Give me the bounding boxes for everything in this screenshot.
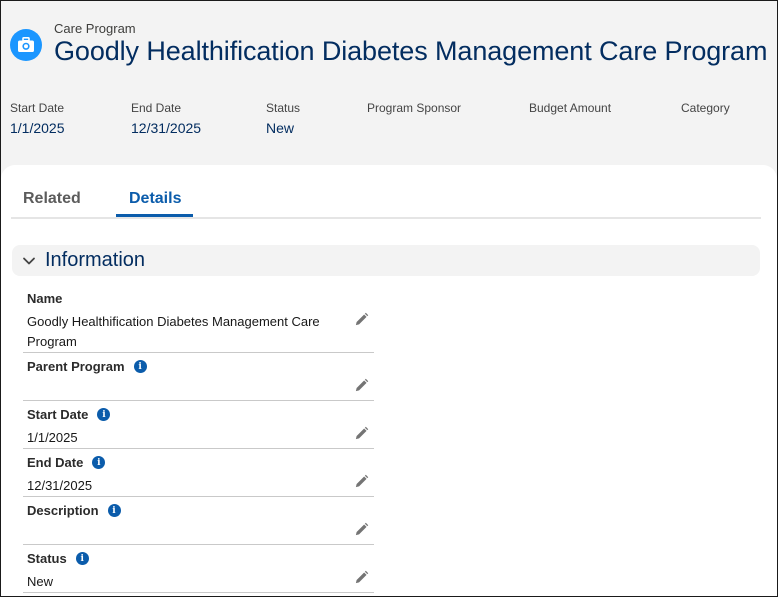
field-start-date: Start Date i 1/1/2025 bbox=[23, 401, 374, 449]
pencil-icon[interactable] bbox=[354, 570, 369, 585]
highlight-label: Status bbox=[266, 101, 301, 115]
field-label: Description i bbox=[27, 503, 121, 518]
field-label-text: End Date bbox=[27, 455, 84, 470]
highlight-label: Category bbox=[681, 101, 730, 115]
pencil-icon[interactable] bbox=[354, 312, 369, 327]
info-icon[interactable]: i bbox=[92, 456, 106, 469]
field-value: New bbox=[27, 574, 54, 589]
field-label: End Date i bbox=[27, 455, 106, 470]
pencil-icon[interactable] bbox=[354, 522, 369, 537]
pencil-icon[interactable] bbox=[354, 378, 369, 393]
care-program-icon bbox=[10, 29, 42, 61]
detail-panel: Related Details Information Name Goodly … bbox=[1, 165, 777, 596]
info-icon[interactable]: i bbox=[107, 504, 121, 517]
field-label: Parent Program i bbox=[27, 359, 147, 374]
highlight-budget-amount: Budget Amount bbox=[529, 101, 611, 120]
field-name: Name Goodly Healthification Diabetes Man… bbox=[23, 285, 374, 353]
info-icon[interactable]: i bbox=[75, 552, 89, 565]
field-value: Goodly Healthification Diabetes Manageme… bbox=[27, 314, 320, 349]
pencil-icon[interactable] bbox=[354, 426, 369, 441]
pencil-icon[interactable] bbox=[354, 474, 369, 489]
information-section-header[interactable]: Information bbox=[12, 245, 760, 276]
field-status: Status i New bbox=[23, 545, 374, 593]
highlight-label: Program Sponsor bbox=[367, 101, 462, 115]
highlight-value: 12/31/2025 bbox=[131, 120, 202, 136]
highlight-value: 1/1/2025 bbox=[10, 120, 65, 136]
field-description: Description i bbox=[23, 497, 374, 545]
field-label-text: Name bbox=[27, 291, 63, 306]
active-tab-indicator bbox=[116, 214, 193, 217]
highlight-value: New bbox=[266, 120, 295, 136]
info-icon[interactable]: i bbox=[97, 408, 111, 421]
highlight-status: Status New bbox=[266, 101, 300, 136]
highlight-start-date: Start Date 1/1/2025 bbox=[10, 101, 65, 136]
info-icon[interactable]: i bbox=[133, 360, 147, 373]
field-label-text: Description bbox=[27, 503, 99, 518]
field-end-date: End Date i 12/31/2025 bbox=[23, 449, 374, 497]
section-title: Information bbox=[45, 249, 146, 271]
field-label: Name bbox=[27, 291, 62, 306]
highlight-category: Category bbox=[681, 101, 730, 120]
highlight-label: End Date bbox=[131, 101, 182, 115]
highlight-label: Budget Amount bbox=[529, 101, 612, 115]
field-label-text: Status bbox=[27, 551, 67, 566]
record-header: Care Program Goodly Healthification Diab… bbox=[1, 1, 777, 171]
tab-bar: Related Details bbox=[11, 165, 761, 219]
chevron-down-icon bbox=[23, 257, 35, 265]
object-type-label: Care Program bbox=[54, 21, 136, 36]
field-value: 1/1/2025 bbox=[27, 430, 78, 445]
record-title: Goodly Healthification Diabetes Manageme… bbox=[54, 36, 768, 66]
tab-related[interactable]: Related bbox=[23, 190, 81, 208]
field-parent-program: Parent Program i bbox=[23, 353, 374, 401]
field-label-text: Parent Program bbox=[27, 359, 125, 374]
highlight-label: Start Date bbox=[10, 101, 65, 115]
field-label: Status i bbox=[27, 551, 89, 566]
highlight-program-sponsor: Program Sponsor bbox=[367, 101, 461, 120]
tab-details[interactable]: Details bbox=[129, 190, 181, 208]
field-label: Start Date i bbox=[27, 407, 111, 422]
highlight-end-date: End Date 12/31/2025 bbox=[131, 101, 201, 136]
field-label-text: Start Date bbox=[27, 407, 89, 422]
field-value: 12/31/2025 bbox=[27, 478, 93, 493]
